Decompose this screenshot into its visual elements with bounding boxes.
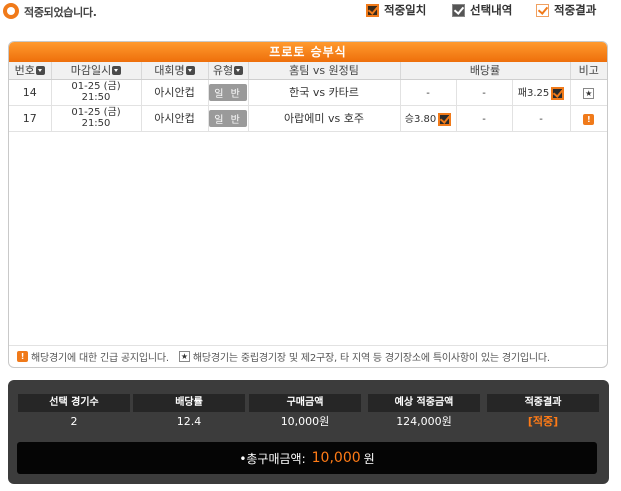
col-odds: 배당률 bbox=[400, 62, 571, 80]
legend-selected-label: 선택내역 bbox=[470, 3, 513, 17]
odds-win: 승3.80 bbox=[400, 105, 457, 132]
row-teams: 한국 vs 카타르 bbox=[248, 79, 401, 106]
col-remark: 비고 bbox=[570, 62, 607, 80]
row-date: 01-25 (금) bbox=[71, 81, 121, 92]
summary-purchase: 구매금액 10,000원 bbox=[249, 394, 361, 432]
legend-result-label: 적중결과 bbox=[554, 3, 597, 17]
odds-loss: - bbox=[512, 105, 571, 132]
legend-selected: 선택내역 bbox=[452, 2, 512, 18]
total-unit: 원 bbox=[363, 451, 375, 466]
row-league: 아시안컵 bbox=[141, 79, 209, 106]
type-badge: 일 반 bbox=[209, 83, 247, 101]
star-icon[interactable]: ★ bbox=[583, 87, 595, 99]
total-purchase-bar: •총구매금액: 10,000 원 bbox=[17, 442, 597, 474]
hit-circle-icon bbox=[3, 3, 19, 19]
summary-header: 구매금액 bbox=[249, 394, 361, 412]
table-header: 번호 마감일시 대회명 유형 홈팀 vs 원정팀 배당률 비고 bbox=[9, 62, 607, 80]
alert-icon: ! bbox=[17, 351, 28, 362]
hit-check-icon bbox=[366, 3, 379, 17]
summary-value: 12.4 bbox=[176, 415, 202, 428]
odds-loss: 패3.25 bbox=[512, 79, 571, 106]
summary-expected: 예상 적중금액 124,000원 bbox=[368, 394, 480, 432]
result-check-icon bbox=[536, 3, 549, 17]
summary-result: 적중결과 [적중] bbox=[487, 394, 599, 432]
row-deadline: 01-25 (금) 21:50 bbox=[51, 105, 142, 132]
table-row: 14 01-25 (금) 21:50 아시안컵 일 반 한국 vs 카타르 - … bbox=[9, 79, 607, 106]
type-badge: 일 반 bbox=[209, 109, 247, 127]
col-teams: 홈팀 vs 원정팀 bbox=[248, 62, 401, 80]
selected-check-icon bbox=[452, 3, 465, 17]
sort-down-icon[interactable] bbox=[112, 66, 122, 76]
summary-result-value: [적중] bbox=[527, 415, 559, 428]
legend-result: 적중결과 bbox=[536, 2, 596, 18]
games-table: 번호 마감일시 대회명 유형 홈팀 vs 원정팀 배당률 비고 14 01-25… bbox=[9, 62, 607, 132]
total-amount: 10,000 bbox=[311, 450, 361, 466]
hit-message: 적중되었습니다. bbox=[24, 6, 97, 19]
alert-note: 해당경기에 대한 긴급 공지입니다. bbox=[31, 353, 169, 364]
row-type: 일 반 bbox=[208, 79, 249, 106]
summary-header: 선택 경기수 bbox=[18, 394, 130, 412]
proto-panel: 프로토 승부식 번호 마감일시 대회명 유형 홈팀 vs 원정팀 배당률 비고 … bbox=[8, 41, 608, 368]
row-teams: 아랍에미 vs 호주 bbox=[248, 105, 401, 132]
summary-header: 적중결과 bbox=[487, 394, 599, 412]
alert-icon[interactable]: ! bbox=[583, 113, 595, 125]
sort-down-icon[interactable] bbox=[234, 66, 244, 76]
summary-game-count: 선택 경기수 2 bbox=[18, 394, 130, 432]
total-label: •총구매금액: bbox=[239, 451, 306, 466]
row-deadline: 01-25 (금) 21:50 bbox=[51, 79, 142, 106]
notes-bar: ! 해당경기에 대한 긴급 공지입니다. ★ 해당경기는 중립경기장 및 제2구… bbox=[9, 345, 607, 367]
col-deadline[interactable]: 마감일시 bbox=[51, 62, 142, 80]
panel-title: 프로토 승부식 bbox=[9, 42, 607, 62]
row-type: 일 반 bbox=[208, 105, 249, 132]
summary-header: 배당률 bbox=[133, 394, 245, 412]
odds-draw: - bbox=[456, 105, 513, 132]
legend-hit: 적중일치 bbox=[366, 2, 426, 18]
summary-value: 10,000원 bbox=[280, 415, 330, 428]
summary-value: 124,000원 bbox=[396, 415, 452, 428]
summary-header: 예상 적중금액 bbox=[368, 394, 480, 412]
sort-down-icon[interactable] bbox=[35, 66, 45, 76]
summary-odds: 배당률 12.4 bbox=[133, 394, 245, 432]
row-remark: ★ bbox=[570, 79, 607, 106]
legend-hit-label: 적중일치 bbox=[384, 3, 427, 17]
selected-check-icon bbox=[551, 86, 565, 100]
row-number: 14 bbox=[9, 79, 52, 106]
row-time: 21:50 bbox=[81, 118, 111, 129]
summary-panel: 선택 경기수 2 배당률 12.4 구매금액 10,000원 예상 적중금액 1… bbox=[8, 380, 609, 484]
odds-win: - bbox=[400, 79, 457, 106]
row-date: 01-25 (금) bbox=[71, 107, 121, 118]
summary-value: 2 bbox=[70, 415, 78, 428]
top-bar: 적중되었습니다. 적중일치 선택내역 적중결과 bbox=[0, 0, 621, 22]
col-league[interactable]: 대회명 bbox=[141, 62, 209, 80]
sort-down-icon[interactable] bbox=[185, 66, 195, 76]
star-note: 해당경기는 중립경기장 및 제2구장, 타 지역 등 경기장소에 특이사항이 있… bbox=[192, 353, 550, 364]
selected-check-icon bbox=[438, 112, 452, 126]
star-icon: ★ bbox=[178, 351, 190, 362]
row-time: 21:50 bbox=[81, 92, 111, 103]
col-type[interactable]: 유형 bbox=[208, 62, 249, 80]
col-number[interactable]: 번호 bbox=[9, 62, 52, 80]
table-row: 17 01-25 (금) 21:50 아시안컵 일 반 아랍에미 vs 호주 승… bbox=[9, 105, 607, 132]
row-number: 17 bbox=[9, 105, 52, 132]
row-remark: ! bbox=[570, 105, 607, 132]
odds-draw: - bbox=[456, 79, 513, 106]
row-league: 아시안컵 bbox=[141, 105, 209, 132]
